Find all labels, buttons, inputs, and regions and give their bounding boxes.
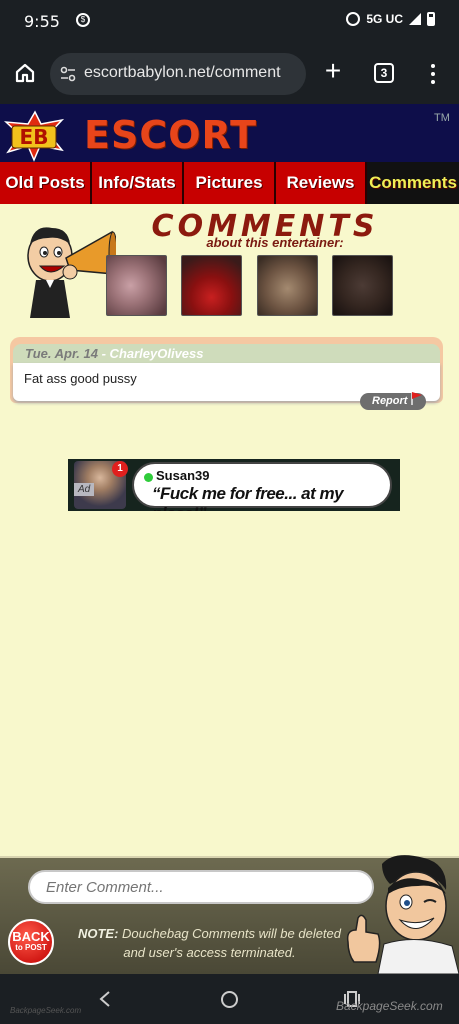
back-to-post-button[interactable]: BACK to POST	[8, 919, 54, 965]
comments-subtitle: about this entertainer:	[206, 235, 344, 250]
report-button[interactable]: Report	[360, 392, 426, 410]
signal-icon	[409, 13, 421, 25]
ad-notification-badge: 1	[112, 461, 128, 477]
site-banner[interactable]: EB ESCORT BABYLON TM	[0, 104, 459, 162]
home-circle-icon[interactable]	[221, 991, 238, 1008]
site-title: ESCORT BABYLON	[84, 113, 290, 162]
report-label: Report	[372, 395, 408, 407]
ad-label: Ad	[74, 483, 95, 496]
alarm-icon	[346, 12, 361, 26]
nav-reviews[interactable]: Reviews	[276, 162, 367, 204]
note-label: NOTE:	[77, 926, 119, 941]
ad-message-bubble[interactable]: Susan39 “Fuck me for free... at my place…	[132, 462, 392, 511]
gallery-thumbnail[interactable]	[181, 255, 242, 316]
logo-text: EB	[20, 125, 49, 149]
battery-icon	[427, 12, 435, 26]
flag-icon	[411, 392, 422, 405]
status-bar: 9:55 $ 5G UC	[0, 0, 459, 44]
comment-form-panel: BACK to POST NOTE: Douchebag Comments wi…	[0, 855, 459, 974]
new-tab-icon[interactable]: +	[322, 57, 344, 85]
nav-pictures[interactable]: Pictures	[184, 162, 276, 204]
nav-info-stats[interactable]: Info/Stats	[92, 162, 184, 204]
trademark: TM	[434, 112, 450, 124]
back-sublabel: to POST	[15, 943, 47, 952]
status-icons: 5G UC	[346, 12, 435, 26]
back-icon[interactable]	[98, 991, 112, 1007]
site-settings-icon[interactable]	[60, 66, 76, 82]
gallery-thumbnail[interactable]	[106, 255, 167, 316]
home-icon[interactable]	[14, 62, 36, 84]
url-text[interactable]: escortbabylon.net/comment	[84, 64, 281, 82]
watermark-right: BackpageSeek.com	[336, 999, 443, 1013]
nav-old-posts[interactable]: Old Posts	[0, 162, 92, 204]
comments-header: COMMENTS about this entertainer:	[0, 206, 459, 326]
comment-date: Tue. Apr. 14	[25, 346, 98, 361]
network-label: 5G UC	[366, 12, 403, 26]
ad-banner[interactable]: Ad 1 Susan39 “Fuck me for free... at my …	[68, 459, 400, 511]
ad-quote: “Fuck me for free... at my place!”	[152, 484, 344, 511]
ad-name: Susan39	[156, 468, 210, 483]
online-dot-icon	[144, 473, 153, 482]
comment-user: - CharleyOlivess	[101, 346, 204, 361]
megaphone-mascot-icon	[27, 227, 116, 318]
address-bar[interactable]: escortbabylon.net/comment	[50, 53, 306, 95]
watermark-left: BackpageSeek.com	[10, 1006, 82, 1015]
eb-logo[interactable]: EB	[4, 110, 66, 162]
thumbs-up-guy-icon	[346, 855, 459, 974]
gallery-thumbnail[interactable]	[257, 255, 318, 316]
note-text: Douchebag Comments will be deleted and u…	[122, 926, 342, 960]
system-nav-bar: BackpageSeek.com BackpageSeek.com	[0, 974, 459, 1024]
nav-comments[interactable]: Comments	[367, 162, 459, 204]
tabs-icon[interactable]: 3	[374, 63, 394, 83]
menu-icon[interactable]	[430, 62, 436, 86]
browser-toolbar: escortbabylon.net/comment + 3	[0, 44, 459, 104]
status-time: 9:55	[24, 12, 60, 31]
comment-input[interactable]	[28, 870, 374, 904]
comment-note: NOTE: Douchebag Comments will be deleted…	[72, 924, 347, 962]
gallery-thumbnail[interactable]	[332, 255, 393, 316]
comment-header: Tue. Apr. 14 - CharleyOlivess	[13, 344, 440, 363]
back-label: BACK	[12, 929, 50, 944]
data-saver-icon: $	[76, 13, 90, 27]
site-nav: Old Posts Info/Stats Pictures Reviews Co…	[0, 162, 459, 204]
